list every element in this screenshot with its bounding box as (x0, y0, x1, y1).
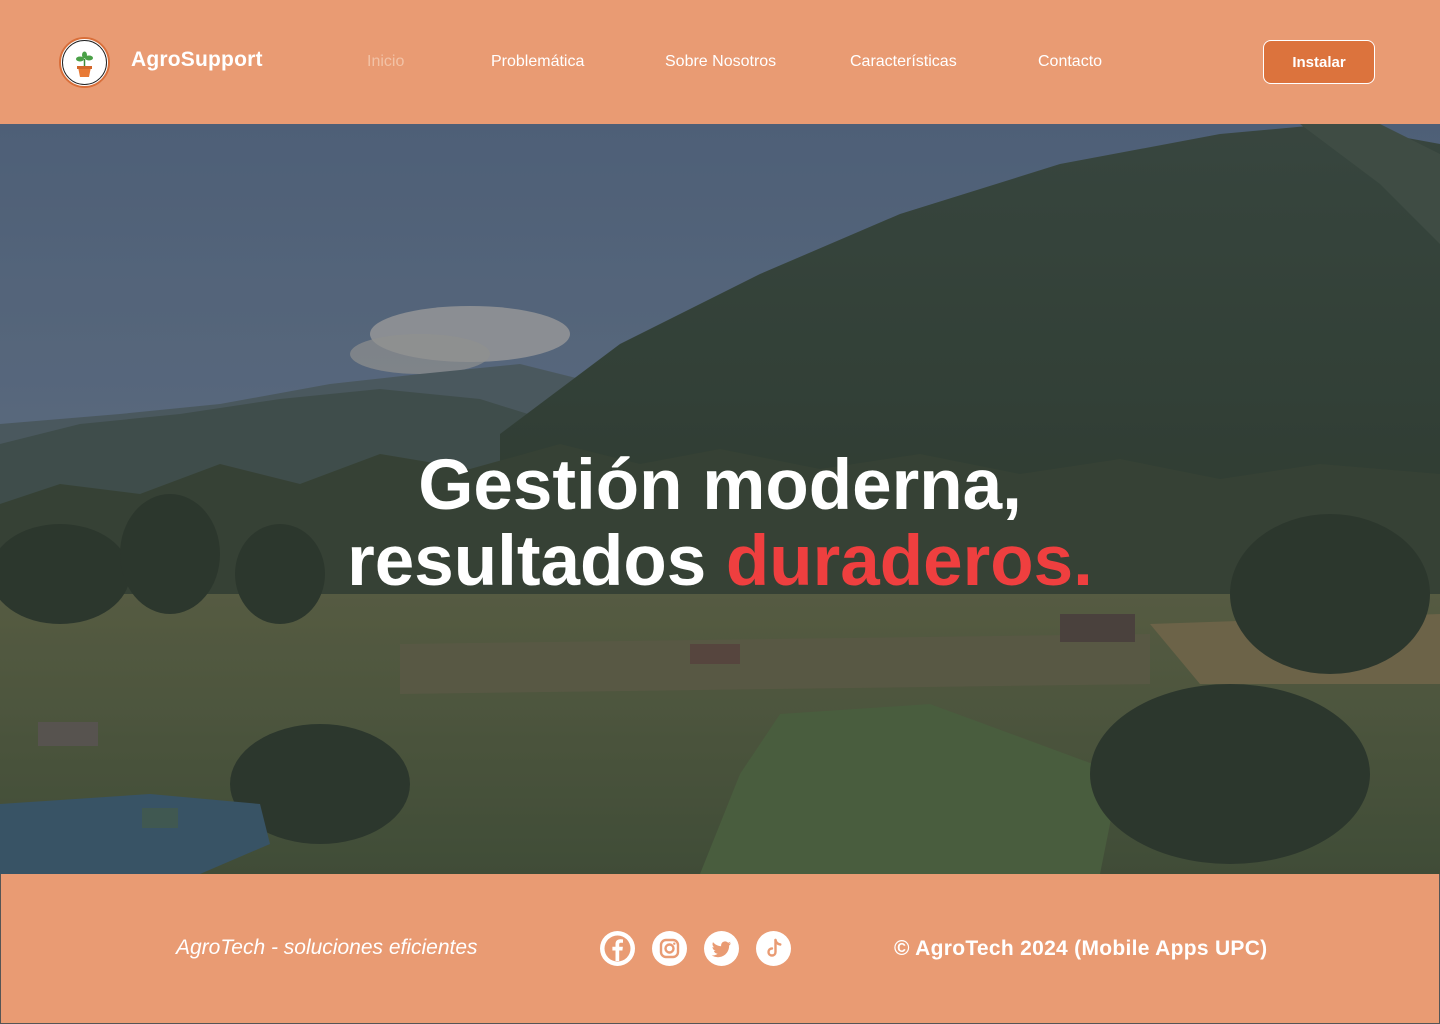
top-navbar: AgroSupport Inicio Problemática Sobre No… (0, 0, 1440, 124)
footer: AgroTech - soluciones eficientes © AgroT… (0, 874, 1440, 1024)
brand-name[interactable]: AgroSupport (131, 48, 263, 72)
nav-inicio[interactable]: Inicio (367, 53, 404, 71)
hero-heading-line-1: Gestión moderna, (418, 446, 1022, 525)
install-button[interactable]: Instalar (1263, 40, 1375, 84)
footer-tagline: AgroTech - soluciones eficientes (176, 936, 478, 959)
nav-caracteristicas[interactable]: Características (850, 53, 957, 71)
instagram-icon[interactable] (652, 931, 687, 966)
hero-heading-plain: resultados (347, 522, 726, 601)
twitter-icon[interactable] (704, 931, 739, 966)
hero-heading: Gestión moderna, resultados duraderos. (0, 448, 1440, 600)
hero-heading-accent: duraderos. (725, 522, 1093, 601)
nav-sobre-nosotros[interactable]: Sobre Nosotros (665, 53, 776, 71)
facebook-icon[interactable] (600, 931, 635, 966)
hero-section: Gestión moderna, resultados duraderos. (0, 124, 1440, 874)
agrosupport-logo[interactable] (59, 37, 110, 88)
footer-copyright: © AgroTech 2024 (Mobile Apps UPC) (894, 937, 1268, 960)
hero-heading-line-2: resultados duraderos. (0, 524, 1440, 600)
tiktok-icon[interactable] (756, 931, 791, 966)
nav-contacto[interactable]: Contacto (1038, 53, 1102, 71)
nav-problematica[interactable]: Problemática (491, 53, 584, 71)
